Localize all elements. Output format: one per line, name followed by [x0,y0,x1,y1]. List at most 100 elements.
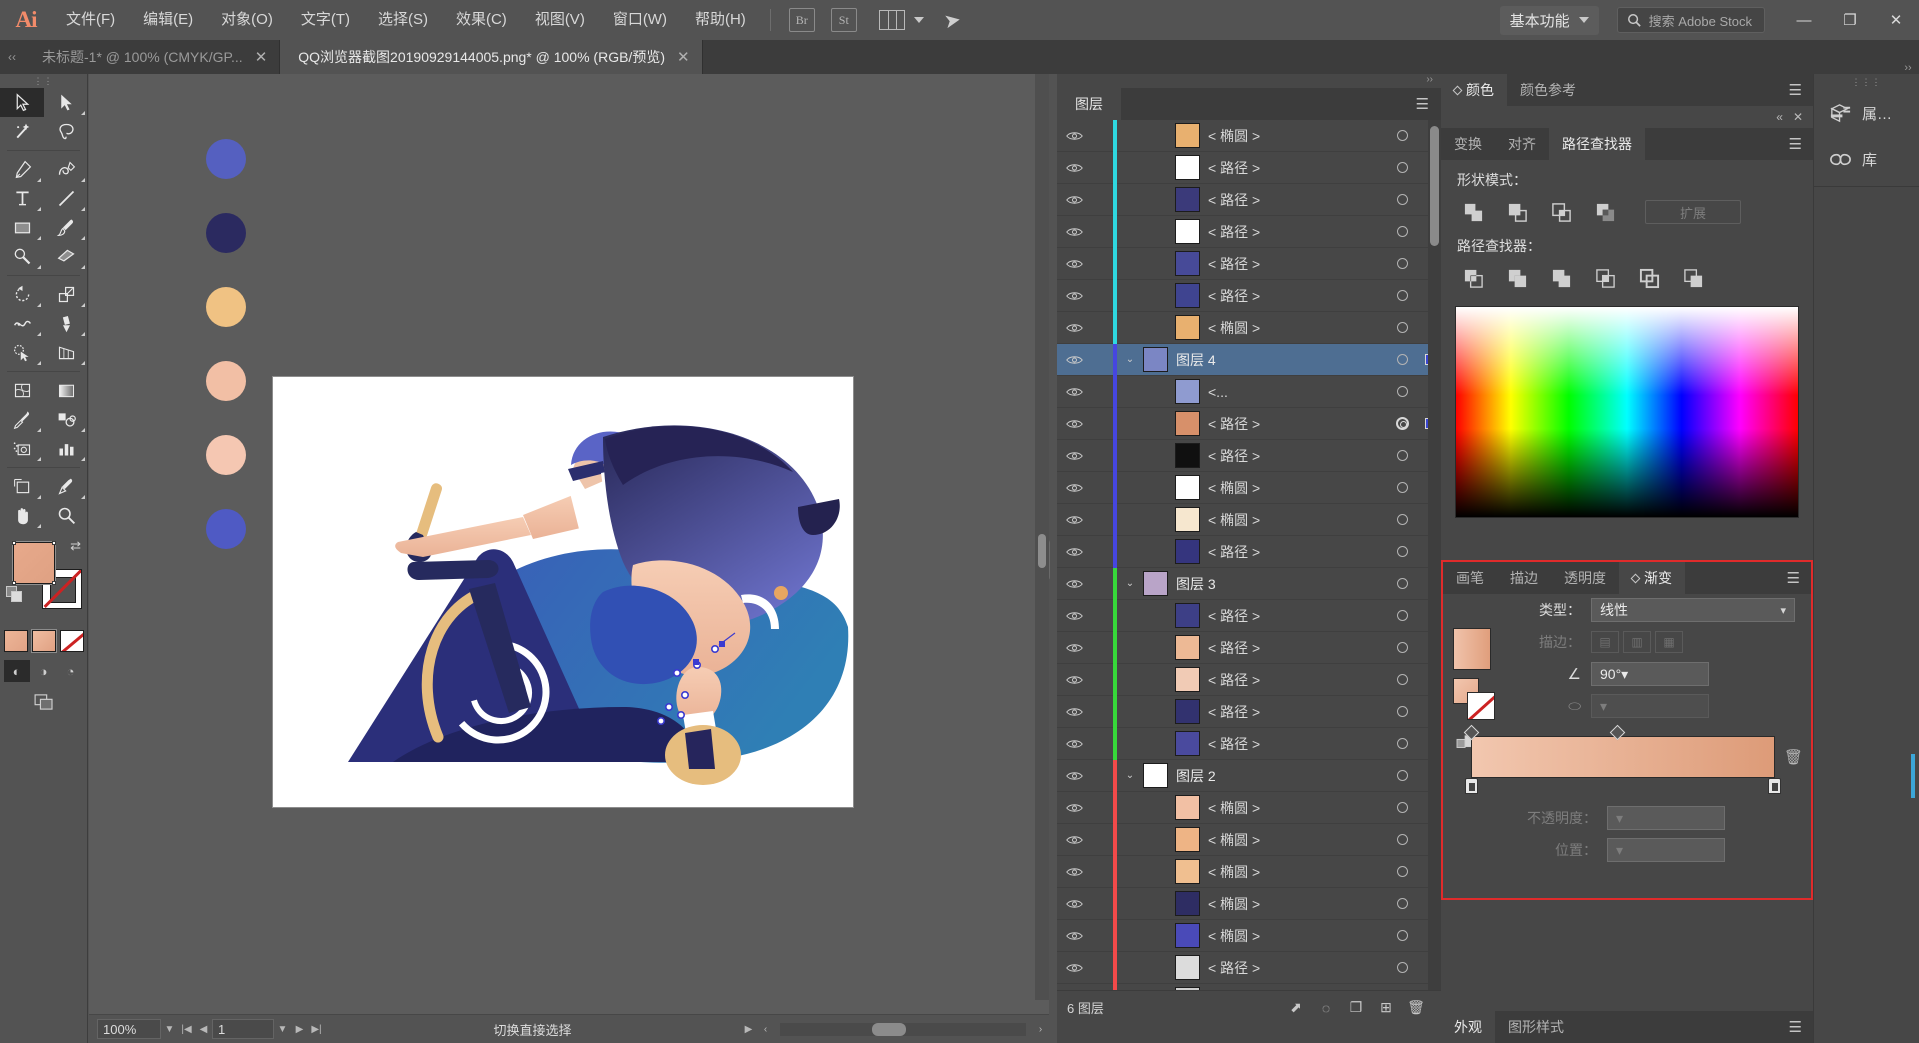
menu-window[interactable]: 窗口(W) [599,0,681,40]
object-row[interactable]: < 路径 > [1057,631,1441,664]
menu-type[interactable]: 文字(T) [287,0,364,40]
visibility-toggle-icon[interactable] [1057,386,1091,398]
object-row[interactable]: < 路径 > [1057,439,1441,472]
page-number-field[interactable]: 1 [212,1019,274,1039]
minus-front-icon[interactable] [1499,198,1535,226]
hand-tool[interactable] [0,501,44,530]
layer-name[interactable]: < 路径 > [1208,542,1385,562]
object-row[interactable]: < 路径 > [1057,983,1441,990]
layer-row[interactable]: ⌄ 图层 2 [1057,759,1441,792]
target-indicator[interactable] [1385,162,1419,173]
visibility-toggle-icon[interactable] [1057,738,1091,750]
locate-object-icon[interactable]: ⬈ [1281,995,1311,1021]
gradient-stop-end[interactable] [1768,778,1781,794]
symbol-sprayer-tool[interactable] [0,434,44,463]
shape-builder-tool[interactable] [0,338,44,367]
target-indicator[interactable] [1385,514,1419,525]
object-row[interactable]: < 路径 > [1057,215,1441,248]
magic-wand-tool[interactable] [0,117,44,146]
color-fill-mode-button[interactable] [3,630,28,652]
none-fill-mode-button[interactable] [59,630,84,652]
zoom-tool[interactable] [44,501,88,530]
object-row[interactable]: < 椭圆 > [1057,120,1441,152]
layer-name[interactable]: < 椭圆 > [1208,862,1385,882]
object-row[interactable]: < 椭圆 > [1057,855,1441,888]
layer-name[interactable]: < 路径 > [1208,606,1385,626]
object-row[interactable]: < 椭圆 > [1057,311,1441,344]
target-indicator[interactable] [1385,450,1419,461]
tabbar-collapse-icon[interactable]: ‹‹ [0,40,24,74]
layer-name[interactable]: 图层 2 [1176,766,1385,786]
layer-name[interactable]: < 路径 > [1208,190,1385,210]
slice-tool[interactable] [44,472,88,501]
curvature-tool[interactable] [44,155,88,184]
visibility-toggle-icon[interactable] [1057,834,1091,846]
layer-name[interactable]: < 椭圆 > [1208,510,1385,530]
gradient-fill-stroke-swatch[interactable] [1453,678,1497,722]
menu-help[interactable]: 帮助(H) [681,0,760,40]
object-row[interactable]: < 路径 > [1057,407,1441,440]
visibility-toggle-icon[interactable] [1057,642,1091,654]
target-indicator[interactable] [1385,930,1419,941]
layer-name[interactable]: < 椭圆 > [1208,478,1385,498]
target-indicator[interactable] [1385,546,1419,557]
target-indicator[interactable] [1385,962,1419,973]
visibility-toggle-icon[interactable] [1057,706,1091,718]
visibility-toggle-icon[interactable] [1057,546,1091,558]
layer-name[interactable]: < 椭圆 > [1208,894,1385,914]
last-page-icon[interactable]: ▶| [308,1019,325,1039]
target-indicator[interactable] [1385,258,1419,269]
tab-color-guide[interactable]: 颜色参考 [1507,74,1589,106]
pathfinder-close-icon[interactable]: ✕ [1793,110,1803,124]
draw-inside-icon[interactable]: ◔ [58,660,84,682]
layer-name[interactable]: < 椭圆 > [1208,126,1385,146]
gradient-slider[interactable]: 🗑 [1463,724,1803,794]
tabbar-expand-icon[interactable]: ›› [1897,62,1919,74]
object-row[interactable]: < 路径 > [1057,247,1441,280]
gradient-tool[interactable] [44,376,88,405]
tab-layers[interactable]: 图层 [1057,88,1121,120]
type-tool[interactable] [0,184,44,213]
gradient-ramp[interactable] [1471,736,1775,778]
dock-item-properties[interactable]: 属… [1814,90,1919,136]
create-new-sublayer-icon[interactable]: ❐ [1341,995,1371,1021]
layer-name[interactable]: < 椭圆 > [1208,926,1385,946]
object-row[interactable]: < 路径 > [1057,727,1441,760]
gradient-stroke-box[interactable] [1467,692,1495,720]
pen-tool[interactable] [0,155,44,184]
layer-name[interactable]: < 椭圆 > [1208,798,1385,818]
tab-transparency[interactable]: 透明度 [1551,562,1619,594]
layer-name[interactable]: < 路径 > [1208,734,1385,754]
target-indicator[interactable] [1385,802,1419,813]
bridge-icon[interactable]: Br [788,8,815,32]
visibility-toggle-icon[interactable] [1057,130,1091,142]
zoom-chevron-down-icon[interactable]: ▼ [161,1019,178,1039]
visibility-toggle-icon[interactable] [1057,450,1091,462]
target-indicator[interactable] [1385,898,1419,909]
layers-panel-menu-icon[interactable]: ☰ [1416,95,1429,113]
status-menu-icon[interactable]: ▶ [740,1019,757,1039]
layer-name[interactable]: 图层 4 [1176,350,1385,370]
rotate-tool[interactable] [0,280,44,309]
stock-icon[interactable]: St [830,8,857,32]
visibility-toggle-icon[interactable] [1057,194,1091,206]
first-page-icon[interactable]: |◀ [178,1019,195,1039]
target-indicator[interactable] [1385,322,1419,333]
workspace-switcher[interactable]: 基本功能 [1499,5,1599,35]
menu-effect[interactable]: 效果(C) [442,0,521,40]
layers-list[interactable]: < 椭圆 > < 路径 > < 路径 > < 路径 > < 路径 > < 路径 > < 椭圆… [1057,120,1441,990]
perspective-grid-tool[interactable] [44,338,88,367]
object-row[interactable]: < 路径 > [1057,183,1441,216]
target-indicator[interactable] [1385,417,1419,430]
draw-behind-icon[interactable]: ◑ [31,660,57,682]
target-indicator[interactable] [1385,834,1419,845]
menu-view[interactable]: 视图(V) [521,0,599,40]
layers-panel-collapse-icon[interactable]: ›› [1057,74,1441,88]
tab-stroke[interactable]: 描边 [1497,562,1551,594]
expand-chevron-down-icon[interactable]: ⌄ [1117,770,1143,781]
object-row[interactable]: < 路径 > [1057,695,1441,728]
artboard[interactable] [273,377,853,807]
tab-align[interactable]: 对齐 [1495,128,1549,160]
column-graph-tool[interactable] [44,434,88,463]
object-row[interactable]: < 路径 > [1057,279,1441,312]
